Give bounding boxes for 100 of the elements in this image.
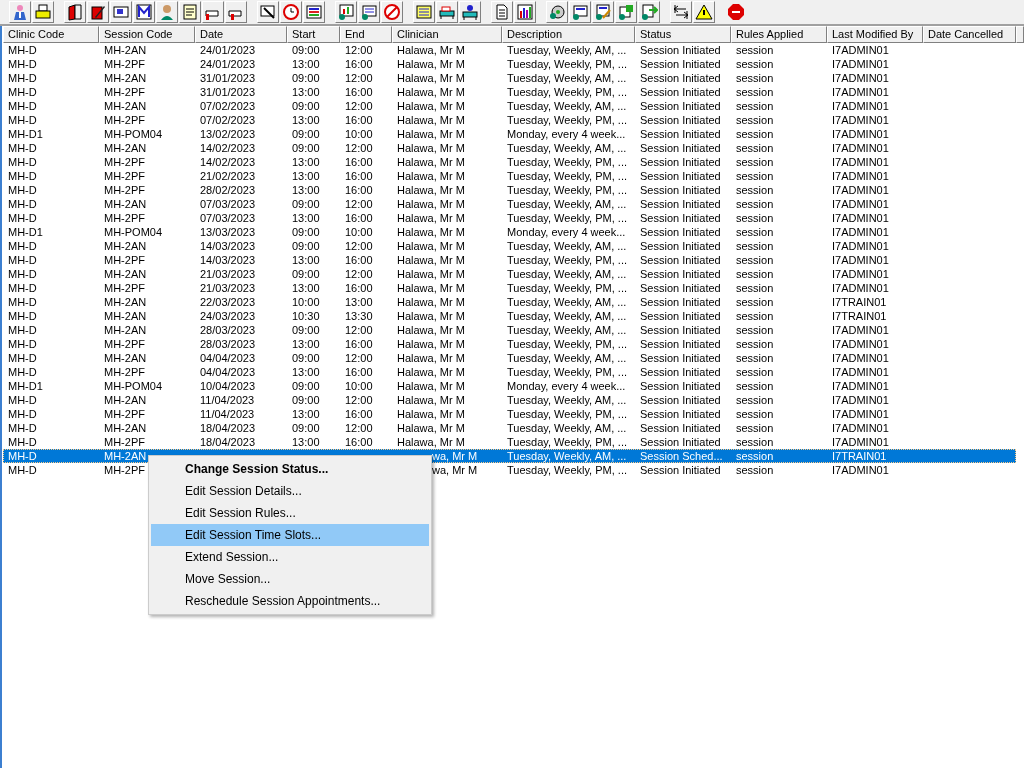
table-cell: Halawa, Mr M bbox=[397, 282, 465, 294]
bed-person-icon[interactable] bbox=[459, 1, 481, 23]
document-icon[interactable] bbox=[491, 1, 513, 23]
table-cell: Tuesday, Weekly, AM, ... bbox=[507, 394, 627, 406]
table-cell: Halawa, Mr M bbox=[397, 352, 465, 364]
menu-item[interactable]: Extend Session... bbox=[151, 546, 429, 568]
table-cell: Halawa, Mr M bbox=[397, 324, 465, 336]
table-cell: Session Initiated bbox=[640, 128, 721, 140]
table-cell: MH-2AN bbox=[104, 240, 147, 252]
table-cell: MH-2PF bbox=[104, 282, 145, 294]
table-cell: 09:00 bbox=[292, 268, 320, 280]
table-cell: session bbox=[736, 380, 774, 392]
table-cell: Halawa, Mr M bbox=[397, 380, 465, 392]
table-cell: MH-D bbox=[8, 86, 37, 98]
menu-item[interactable]: Edit Session Time Slots... bbox=[151, 524, 429, 546]
table-cell: 09:00 bbox=[292, 128, 320, 140]
table-cell: Session Initiated bbox=[640, 296, 721, 308]
menu-item[interactable]: Move Session... bbox=[151, 568, 429, 590]
table-cell: session bbox=[736, 212, 774, 224]
table-cell: 31/01/2023 bbox=[200, 72, 256, 84]
table-cell: 13:00 bbox=[292, 114, 320, 126]
table-cell: session bbox=[736, 366, 774, 378]
table-cell: Halawa, Mr M bbox=[397, 128, 465, 140]
table-cell: MH-D bbox=[8, 408, 37, 420]
chart-card-icon[interactable] bbox=[335, 1, 357, 23]
table-cell: 21/02/2023 bbox=[200, 170, 256, 182]
table-cell: session bbox=[736, 338, 774, 350]
table-cell: Tuesday, Weekly, AM, ... bbox=[507, 450, 627, 462]
form-icon[interactable] bbox=[569, 1, 591, 23]
no-entry-icon[interactable] bbox=[381, 1, 403, 23]
column-header[interactable]: Status bbox=[635, 26, 731, 43]
form-pencil-icon[interactable] bbox=[592, 1, 614, 23]
table-cell: Session Initiated bbox=[640, 100, 721, 112]
column-header[interactable]: Date Cancelled bbox=[923, 26, 1016, 43]
menu-item[interactable]: Edit Session Rules... bbox=[151, 502, 429, 524]
table-cell: Session Initiated bbox=[640, 198, 721, 210]
column-header[interactable]: Session Code bbox=[99, 26, 195, 43]
table-cell: MH-D bbox=[8, 324, 37, 336]
person-icon[interactable] bbox=[9, 1, 31, 23]
column-header[interactable]: Clinic Code bbox=[3, 26, 99, 43]
warning-icon[interactable] bbox=[693, 1, 715, 23]
table-cell: Halawa, Mr M bbox=[397, 296, 465, 308]
card-icon[interactable] bbox=[110, 1, 132, 23]
table-cell: I7ADMIN01 bbox=[832, 282, 889, 294]
table-cell: Tuesday, Weekly, AM, ... bbox=[507, 198, 627, 210]
table-cell: session bbox=[736, 114, 774, 126]
table-cell: MH-D bbox=[8, 310, 37, 322]
table-cell: 13:00 bbox=[292, 338, 320, 350]
note-icon[interactable] bbox=[179, 1, 201, 23]
window-icon[interactable] bbox=[303, 1, 325, 23]
table-cell: Halawa, Mr M bbox=[397, 338, 465, 350]
bed-icon[interactable] bbox=[436, 1, 458, 23]
table-cell: 12:00 bbox=[345, 324, 373, 336]
column-header[interactable]: Date bbox=[195, 26, 287, 43]
table-cell: 13:00 bbox=[292, 212, 320, 224]
letter-m-icon[interactable] bbox=[133, 1, 155, 23]
form-grid-icon[interactable] bbox=[615, 1, 637, 23]
swap-arrows-icon[interactable] bbox=[670, 1, 692, 23]
table-cell: MH-2AN bbox=[104, 296, 147, 308]
table-cell: 13:00 bbox=[345, 296, 373, 308]
menu-item[interactable]: Reschedule Session Appointments... bbox=[151, 590, 429, 612]
column-header[interactable]: Clinician bbox=[392, 26, 502, 43]
table-cell: 16:00 bbox=[345, 212, 373, 224]
table-cell: Tuesday, Weekly, PM, ... bbox=[507, 114, 628, 126]
table-cell: session bbox=[736, 296, 774, 308]
form-icon[interactable] bbox=[358, 1, 380, 23]
table-cell: Tuesday, Weekly, PM, ... bbox=[507, 338, 628, 350]
table-cell: I7ADMIN01 bbox=[832, 44, 889, 56]
table-cell: Tuesday, Weekly, AM, ... bbox=[507, 296, 627, 308]
column-header[interactable]: Description bbox=[502, 26, 635, 43]
table-cell: Halawa, Mr M bbox=[397, 394, 465, 406]
table-cell: MH-D bbox=[8, 58, 37, 70]
table-cell: Monday, every 4 week... bbox=[507, 128, 626, 140]
table-cell: Tuesday, Weekly, PM, ... bbox=[507, 156, 628, 168]
table-cell: 24/01/2023 bbox=[200, 44, 256, 56]
printer-icon[interactable] bbox=[32, 1, 54, 23]
table-cell: MH-2PF bbox=[104, 114, 145, 126]
bar-chart-icon[interactable] bbox=[514, 1, 536, 23]
table-cell: session bbox=[736, 254, 774, 266]
book-icon[interactable] bbox=[64, 1, 86, 23]
column-header[interactable]: Last Modified By bbox=[827, 26, 923, 43]
table-cell: Halawa, Mr M bbox=[397, 198, 465, 210]
table-cell: session bbox=[736, 198, 774, 210]
table-cell: 16:00 bbox=[345, 184, 373, 196]
table-cell: 28/02/2023 bbox=[200, 184, 256, 196]
column-header[interactable]: Start bbox=[287, 26, 340, 43]
table-cell: 13:00 bbox=[292, 184, 320, 196]
column-header[interactable]: End bbox=[340, 26, 392, 43]
table-cell: Tuesday, Weekly, PM, ... bbox=[507, 184, 628, 196]
table-cell: MH-2AN bbox=[104, 352, 147, 364]
table-cell: Tuesday, Weekly, AM, ... bbox=[507, 44, 627, 56]
pencil-book-icon[interactable] bbox=[87, 1, 109, 23]
menu-item[interactable]: Edit Session Details... bbox=[151, 480, 429, 502]
column-header[interactable]: Rules Applied bbox=[731, 26, 827, 43]
notepad-icon[interactable] bbox=[413, 1, 435, 23]
clock-icon[interactable] bbox=[280, 1, 302, 23]
table-cell: 13:00 bbox=[292, 58, 320, 70]
table-cell: 21/03/2023 bbox=[200, 282, 256, 294]
table-cell: I7TRAIN01 bbox=[832, 296, 887, 308]
table-cell: MH-2PF bbox=[104, 58, 145, 70]
